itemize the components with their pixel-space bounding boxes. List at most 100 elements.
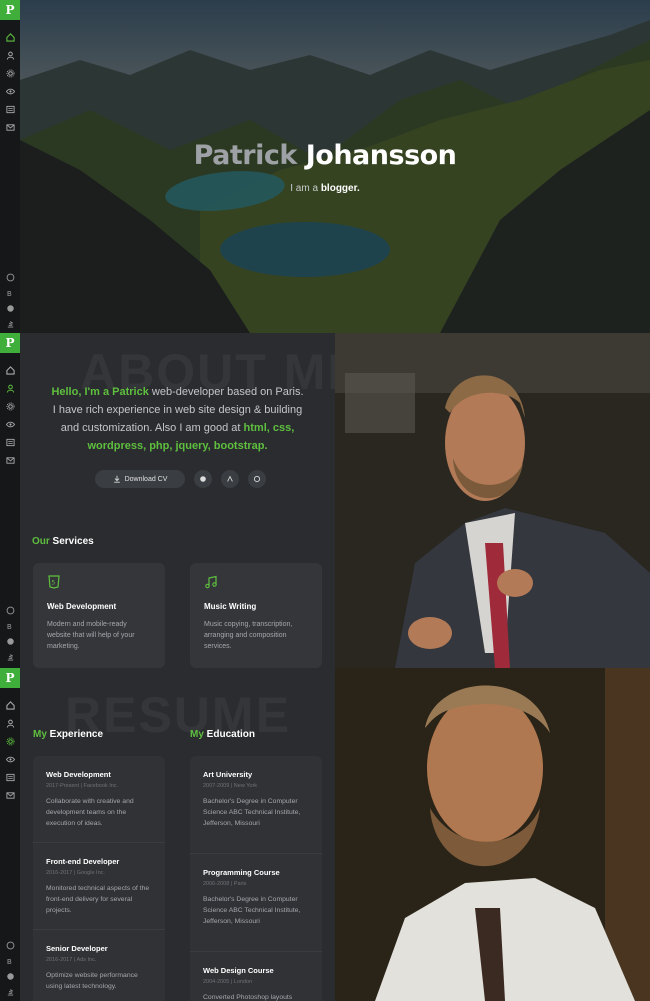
stackoverflow-icon[interactable] xyxy=(0,316,20,331)
profile-photo xyxy=(335,333,650,668)
hero-section: P B Patrick Johansson I am a blogger. xyxy=(0,0,650,333)
nav-home-icon[interactable] xyxy=(0,361,20,379)
hero-last-name: Johansson xyxy=(305,140,457,171)
skype-button[interactable] xyxy=(248,470,266,488)
stackoverflow-icon[interactable] xyxy=(0,649,20,664)
greeting: Hello, I'm a Patrick xyxy=(51,386,149,398)
education-meta: 2004-2005 | London xyxy=(203,979,253,985)
download-icon xyxy=(113,475,120,483)
sidebar: P B xyxy=(0,333,20,668)
nav-eye-icon[interactable] xyxy=(0,750,20,768)
experience-description: Collaborate with creative and developmen… xyxy=(46,798,134,827)
site-logo[interactable]: P xyxy=(0,0,20,20)
hero-first-name: Patrick xyxy=(193,140,298,171)
experience-title: Senior Developer xyxy=(46,944,108,953)
education-meta: 2007-2009 | New York xyxy=(203,783,258,789)
experience-heading: My Experience xyxy=(33,729,104,740)
experience-meta: 2016-2017 | Ads Inc. xyxy=(46,957,97,963)
github-icon[interactable] xyxy=(0,969,20,984)
experience-title: Web Development xyxy=(46,770,111,779)
nav-mail-icon[interactable] xyxy=(0,451,20,469)
dribbble-icon xyxy=(227,475,233,482)
html5-icon: 5 xyxy=(48,575,60,589)
music-icon xyxy=(205,575,217,589)
nav-document-icon[interactable] xyxy=(0,100,20,118)
education-title: Web Design Course xyxy=(203,966,274,975)
nav-document-icon[interactable] xyxy=(0,433,20,451)
nav-home-icon[interactable] xyxy=(0,28,20,46)
nav-gear-icon[interactable] xyxy=(0,732,20,750)
experience-description: Monitored technical aspects of the front… xyxy=(46,885,150,914)
svg-text:B: B xyxy=(6,957,11,966)
experience-meta: 2017-Present | Facebook Inc. xyxy=(46,783,119,789)
hero-subtitle: I am a blogger. xyxy=(290,183,360,194)
about-actions: Download CV xyxy=(95,470,266,488)
sidebar: P B xyxy=(0,0,20,333)
github-button[interactable] xyxy=(194,470,212,488)
github-icon[interactable] xyxy=(0,634,20,649)
education-item: Web Design Course 2004-2005 | London Con… xyxy=(190,952,322,1001)
education-title: Programming Course xyxy=(203,868,280,877)
education-heading: My Education xyxy=(190,729,256,740)
dribbble-icon[interactable] xyxy=(0,936,20,954)
experience-meta: 2016-2017 | Google Inc. xyxy=(46,870,105,876)
service-card[interactable]: 5 Web Development Modern and mobile-read… xyxy=(33,563,165,668)
nav-gear-icon[interactable] xyxy=(0,64,20,82)
experience-item: Senior Developer 2016-2017 | Ads Inc. Op… xyxy=(33,930,165,1001)
behance-icon[interactable]: B xyxy=(0,286,20,301)
education-item: Programming Course 2006-2008 | Paris Bac… xyxy=(190,854,322,952)
education-description: Bachelor's Degree in Computer Science AB… xyxy=(203,896,301,925)
nav-eye-icon[interactable] xyxy=(0,82,20,100)
behance-icon[interactable]: B xyxy=(0,954,20,969)
resume-section: P B RESUME My Experience My Education We… xyxy=(0,668,650,1001)
site-logo[interactable]: P xyxy=(0,333,20,353)
skills-primary: html, css, xyxy=(243,422,295,434)
education-description: Bachelor's Degree in Computer Science AB… xyxy=(203,798,301,827)
nav-document-icon[interactable] xyxy=(0,768,20,786)
nav-user-icon[interactable] xyxy=(0,714,20,732)
download-cv-button[interactable]: Download CV xyxy=(95,470,185,488)
nav-user-icon[interactable] xyxy=(0,46,20,64)
experience-item: Front-end Developer 2016-2017 | Google I… xyxy=(33,843,165,930)
service-description: Music copying, transcription, arranging … xyxy=(204,621,293,650)
experience-title: Front-end Developer xyxy=(46,857,120,866)
service-title: Web Development xyxy=(47,602,117,611)
education-description: Converted Photoshop layouts xyxy=(203,994,293,1001)
dribbble-icon[interactable] xyxy=(0,601,20,619)
dribbble-button[interactable] xyxy=(221,470,239,488)
sidebar: P B xyxy=(0,668,20,1001)
education-title: Art University xyxy=(203,770,253,779)
service-card[interactable]: Music Writing Music copying, transcripti… xyxy=(190,563,322,668)
service-description: Modern and mobile-ready website that wil… xyxy=(47,621,135,650)
service-title: Music Writing xyxy=(204,602,257,611)
svg-text:5: 5 xyxy=(51,580,55,587)
resume-photo xyxy=(335,668,650,1001)
education-item: Art University 2007-2009 | New York Bach… xyxy=(190,756,322,854)
education-list: Art University 2007-2009 | New York Bach… xyxy=(190,756,322,1001)
github-icon[interactable] xyxy=(0,301,20,316)
nav-home-icon[interactable] xyxy=(0,696,20,714)
nav-gear-icon[interactable] xyxy=(0,397,20,415)
experience-description: Optimize website performance using lates… xyxy=(46,972,138,990)
nav-eye-icon[interactable] xyxy=(0,415,20,433)
nav-user-icon[interactable] xyxy=(0,379,20,397)
about-intro: Hello, I'm a Patrick web-developer based… xyxy=(51,386,304,452)
services-heading: Our Services xyxy=(32,536,94,547)
dribbble-icon[interactable] xyxy=(0,268,20,286)
nav-mail-icon[interactable] xyxy=(0,118,20,136)
experience-item: Web Development 2017-Present | Facebook … xyxy=(33,756,165,843)
about-section: P B ABOUT ME Hello, I'm a Patrick web-de… xyxy=(0,333,650,668)
nav-mail-icon[interactable] xyxy=(0,786,20,804)
site-logo[interactable]: P xyxy=(0,668,20,688)
svg-text:B: B xyxy=(6,622,11,631)
experience-list: Web Development 2017-Present | Facebook … xyxy=(33,756,165,1001)
svg-text:B: B xyxy=(6,289,11,298)
hero-role: blogger. xyxy=(320,183,360,194)
github-icon xyxy=(200,476,206,482)
behance-icon[interactable]: B xyxy=(0,619,20,634)
hero-name: Patrick Johansson xyxy=(0,140,650,171)
education-meta: 2006-2008 | Paris xyxy=(203,881,247,887)
skills-secondary: wordpress, php, jquery, bootstrap. xyxy=(87,440,268,452)
stackoverflow-icon[interactable] xyxy=(0,984,20,999)
skype-icon xyxy=(253,475,261,483)
